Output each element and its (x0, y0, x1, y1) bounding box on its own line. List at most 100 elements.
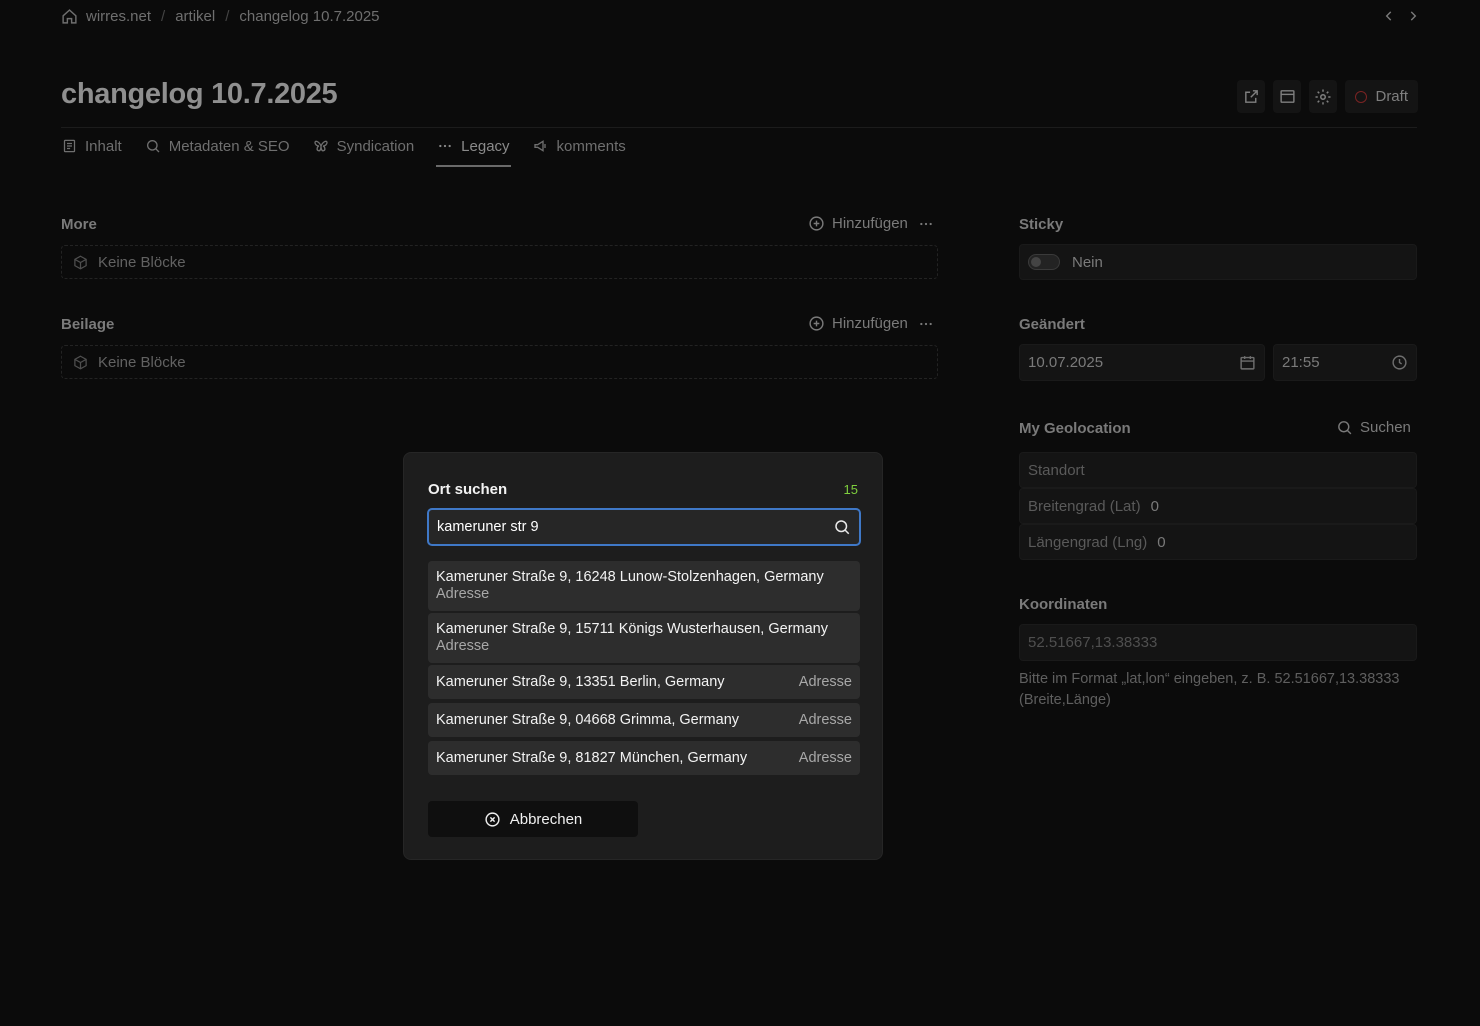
search-icon[interactable] (833, 518, 851, 536)
clock-icon[interactable] (1391, 354, 1408, 371)
lat-label: Breitengrad (Lat) (1028, 497, 1141, 515)
calendar-icon[interactable] (1239, 354, 1256, 371)
result-count-badge: 15 (843, 482, 858, 497)
geaendert-label: Geändert (1019, 316, 1085, 333)
settings-button[interactable] (1309, 80, 1338, 113)
result-address: Kameruner Straße 9, 81827 München, Germa… (436, 750, 748, 766)
beilage-empty-state: Keine Blöcke (61, 345, 938, 379)
result-address: Kameruner Straße 9, 16248 Lunow-Stolzenh… (436, 569, 824, 585)
header-divider (61, 127, 1417, 128)
lng-value: 0 (1157, 533, 1166, 551)
result-address: Kameruner Straße 9, 15711 Königs Wusterh… (436, 621, 828, 637)
page-title: changelog 10.7.2025 (61, 78, 338, 110)
add-label: Hinzufügen (832, 215, 908, 232)
lng-label: Längengrad (Lng) (1028, 533, 1148, 551)
breadcrumb: wirres.net / artikel / changelog 10.7.20… (61, 6, 380, 26)
breadcrumb-separator: / (225, 7, 230, 25)
butterfly-icon (313, 138, 329, 154)
sticky-field: Nein (1019, 244, 1417, 280)
dialog-title: Ort suchen (428, 481, 508, 498)
status-label: Draft (1375, 88, 1408, 105)
home-icon[interactable] (61, 8, 78, 25)
header-actions: Draft (1237, 80, 1418, 113)
lat-value: 0 (1150, 497, 1159, 515)
gear-icon (1314, 88, 1332, 106)
cube-icon (73, 355, 88, 370)
search-icon (145, 138, 161, 154)
ellipsis-icon (437, 138, 453, 154)
chevron-right-icon[interactable] (1406, 8, 1420, 24)
megaphone-icon (533, 138, 549, 154)
date-input[interactable]: 10.07.2025 (1019, 344, 1265, 381)
more-section-label: More (61, 216, 97, 233)
preview-button[interactable] (1273, 80, 1302, 113)
cancel-button[interactable]: Abbrechen (428, 801, 638, 837)
search-icon (1336, 419, 1353, 436)
geolocation-label: My Geolocation (1019, 420, 1131, 437)
beilage-add-button[interactable]: Hinzufügen (808, 315, 908, 332)
search-result-item[interactable]: Kameruner Straße 9, 13351 Berlin, German… (428, 665, 860, 699)
close-circle-icon (484, 811, 501, 828)
tab-label: Syndication (336, 137, 415, 155)
location-search-field[interactable] (427, 508, 861, 546)
result-type: Adresse (798, 674, 852, 690)
more-empty-state: Keine Blöcke (61, 245, 938, 279)
result-type: Adresse (798, 712, 852, 728)
tab-metadaten-seo[interactable]: Metadaten & SEO (144, 134, 291, 162)
location-search-input[interactable] (437, 519, 817, 535)
result-type: Adresse (436, 638, 490, 654)
result-address: Kameruner Straße 9, 04668 Grimma, German… (436, 712, 740, 728)
tab-legacy[interactable]: Legacy (436, 134, 511, 167)
empty-label: Keine Blöcke (98, 253, 186, 271)
beilage-section-label: Beilage (61, 316, 115, 333)
status-circle-icon (1355, 90, 1368, 103)
tab-syndication[interactable]: Syndication (312, 134, 416, 162)
tab-bar: Inhalt Metadaten & SEO Syndication Legac… (61, 134, 627, 167)
status-button[interactable]: Draft (1345, 80, 1418, 113)
result-type: Adresse (798, 750, 852, 766)
document-icon (62, 138, 77, 154)
sticky-toggle[interactable] (1028, 254, 1060, 270)
plus-circle-icon (808, 215, 825, 232)
external-link-icon (1243, 88, 1260, 105)
search-result-item[interactable]: Kameruner Straße 9, 81827 München, Germa… (428, 741, 860, 775)
tab-label: Inhalt (85, 137, 122, 155)
koordinaten-help: Bitte im Format „lat,lon“ eingeben, z. B… (1019, 671, 1400, 708)
result-address: Kameruner Straße 9, 13351 Berlin, German… (436, 674, 725, 690)
beilage-options-button[interactable] (918, 316, 934, 332)
breadcrumb-item-section[interactable]: artikel (175, 8, 215, 25)
plus-circle-icon (808, 315, 825, 332)
more-add-button[interactable]: Hinzufügen (808, 215, 908, 232)
breadcrumb-item-site[interactable]: wirres.net (86, 8, 151, 25)
search-result-item[interactable]: Kameruner Straße 9, 04668 Grimma, German… (428, 703, 860, 737)
standort-input[interactable]: Standort (1019, 452, 1417, 488)
time-input[interactable]: 21:55 (1273, 344, 1417, 381)
lat-input[interactable]: Breitengrad (Lat) 0 (1019, 488, 1417, 524)
add-label: Hinzufügen (832, 315, 908, 332)
koordinaten-input[interactable]: 52.51667,13.38333 (1019, 624, 1417, 661)
tab-inhalt[interactable]: Inhalt (61, 134, 123, 162)
lng-input[interactable]: Längengrad (Lng) 0 (1019, 524, 1417, 560)
search-result-item[interactable]: Kameruner Straße 9, 15711 Königs Wusterh… (428, 613, 860, 663)
tab-label: komments (556, 137, 626, 155)
window-icon (1279, 88, 1296, 105)
open-external-button[interactable] (1237, 80, 1266, 113)
tab-label: Metadaten & SEO (168, 137, 290, 155)
more-options-button[interactable] (918, 216, 934, 232)
geolocation-search-button[interactable]: Suchen (1336, 419, 1411, 436)
location-search-dialog: Ort suchen 15 Kameruner Straße 9, 16248 … (403, 452, 883, 860)
koordinaten-placeholder: 52.51667,13.38333 (1028, 634, 1158, 651)
search-result-item[interactable]: Kameruner Straße 9, 16248 Lunow-Stolzenh… (428, 561, 860, 611)
tab-label: Legacy (461, 137, 510, 155)
chevron-left-icon[interactable] (1382, 8, 1396, 24)
page-nav (1382, 8, 1420, 24)
breadcrumb-separator: / (161, 7, 166, 25)
tab-komments[interactable]: komments (532, 134, 627, 162)
result-type: Adresse (436, 586, 490, 602)
koordinaten-label: Koordinaten (1019, 596, 1108, 613)
breadcrumb-item-current[interactable]: changelog 10.7.2025 (239, 8, 379, 25)
date-value: 10.07.2025 (1028, 354, 1104, 371)
standort-placeholder: Standort (1028, 461, 1085, 479)
time-value: 21:55 (1282, 354, 1320, 371)
ellipsis-icon (918, 316, 934, 332)
